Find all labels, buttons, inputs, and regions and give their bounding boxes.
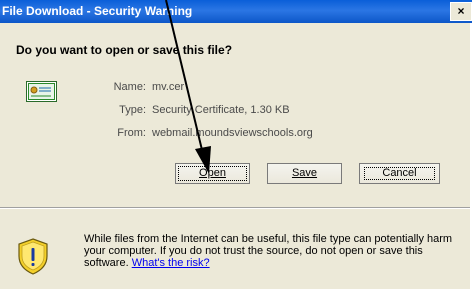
certificate-icon xyxy=(26,81,57,102)
close-icon: × xyxy=(457,4,465,18)
name-label: Name: xyxy=(113,81,146,93)
divider xyxy=(0,207,470,209)
whats-the-risk-link[interactable]: What's the risk? xyxy=(132,257,210,269)
window-title: File Download - Security Warning xyxy=(2,4,193,18)
dialog-question: Do you want to open or save this file? xyxy=(16,43,233,57)
shield-warning-icon xyxy=(18,238,48,275)
open-button[interactable]: Open xyxy=(175,163,250,184)
title-bar[interactable]: File Download - Security Warning × xyxy=(0,0,472,23)
open-button-label: Open xyxy=(199,167,226,179)
type-label: Type: xyxy=(119,104,146,116)
type-value: Security Certificate, 1.30 KB xyxy=(152,104,290,116)
close-button[interactable]: × xyxy=(450,2,472,21)
cancel-focus-ring xyxy=(364,167,435,180)
dialog-body: Do you want to open or save this file? N… xyxy=(0,23,472,289)
save-button-label: Save xyxy=(291,167,318,179)
cancel-button[interactable]: Cancel xyxy=(359,163,440,184)
save-button[interactable]: Save xyxy=(267,163,342,184)
name-value: mv.cer xyxy=(152,81,185,93)
file-download-dialog: File Download - Security Warning × Do yo… xyxy=(0,0,472,289)
from-value: webmail.moundsviewschools.org xyxy=(152,127,313,139)
warning-message: While files from the Internet can be use… xyxy=(84,233,462,269)
from-label: From: xyxy=(117,127,146,139)
